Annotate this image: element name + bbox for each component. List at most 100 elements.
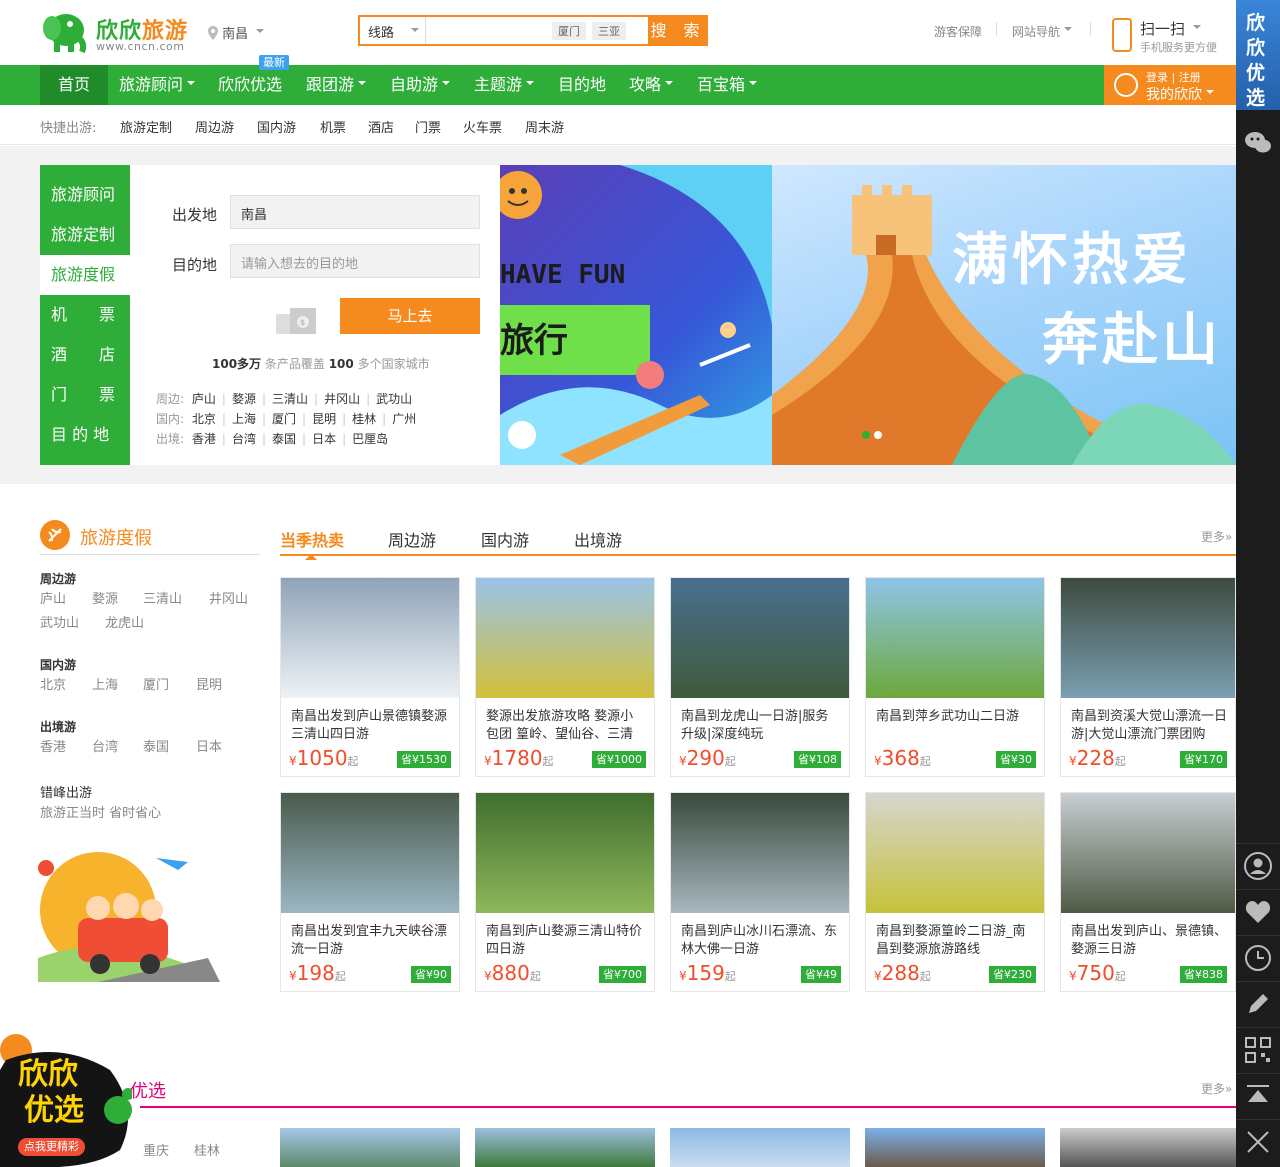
product-photo[interactable] [1061, 578, 1235, 698]
nav-home[interactable]: 首页 [40, 65, 109, 105]
to-field[interactable]: 请输入想去的目的地 [230, 244, 480, 278]
group-link[interactable]: 厦门 [143, 674, 169, 693]
dest-link[interactable]: 庐山 [192, 392, 216, 406]
product-card[interactable]: 南昌到庐山婺源三清山特价四日游 ¥880起 省¥700 [475, 792, 655, 992]
promo-button[interactable]: 点我更精彩 [18, 1138, 85, 1156]
more-link[interactable]: 更多» [1201, 1080, 1232, 1097]
group-link[interactable]: 龙虎山 [105, 612, 144, 631]
dest-link[interactable]: 井冈山 [324, 392, 360, 406]
product-card[interactable]: 南昌到婺源篁岭二日游_南昌到婺源旅游路线 ¥288起 省¥230 [865, 792, 1045, 992]
product-title[interactable]: 南昌到庐山婺源三清山特价四日游 [486, 923, 646, 959]
group-link[interactable]: 庐山 [40, 588, 66, 607]
side-item-custom[interactable]: 旅游定制 [40, 215, 130, 255]
dest-link[interactable]: 婺源 [232, 392, 256, 406]
product-card[interactable]: 南昌出发到庐山景德镇婺源三清山四日游 ¥1050起 省¥1530 [280, 577, 460, 777]
scan-label[interactable]: 扫一扫 [1140, 18, 1202, 39]
nav-theme-tour[interactable]: 主题游 [474, 65, 535, 105]
group-link[interactable]: 台湾 [92, 736, 118, 755]
group-link[interactable]: 婺源 [92, 588, 118, 607]
nav-group-tour[interactable]: 跟团游 [306, 65, 367, 105]
more-link[interactable]: 更多» [1201, 528, 1232, 545]
group-link[interactable]: 北京 [40, 674, 66, 693]
product-title[interactable]: 婺源出发旅游攻略 婺源小包团 篁岭、望仙谷、三清 [486, 708, 646, 744]
dest-link[interactable]: 巴厘岛 [352, 432, 388, 446]
product-photo[interactable] [281, 793, 459, 913]
product-photo[interactable] [1061, 793, 1235, 913]
dest-link[interactable]: 昆明 [312, 412, 336, 426]
tab-abroad[interactable]: 出境游 [574, 527, 622, 551]
close-button[interactable] [1236, 1119, 1280, 1165]
hot-tag-xiamen[interactable]: 厦门 [552, 22, 586, 40]
card-photo[interactable] [865, 1128, 1045, 1167]
product-photo[interactable] [671, 793, 849, 913]
product-title[interactable]: 南昌到萍乡武功山二日游 [876, 708, 1036, 744]
product-photo[interactable] [281, 578, 459, 698]
banner-have-fun[interactable]: HAVE FUN 旅行 [500, 165, 772, 465]
side-item-flight[interactable]: 机 票 [40, 295, 130, 335]
dest-link[interactable]: 泰国 [272, 432, 296, 446]
site-logo[interactable]: 欣欣旅游 www.cncn.com [40, 8, 190, 56]
group-link[interactable]: 日本 [196, 736, 222, 755]
search-type-select[interactable]: 线路 [360, 17, 426, 44]
qrcode-button[interactable] [1236, 1027, 1280, 1073]
back-to-top-button[interactable] [1236, 1073, 1280, 1119]
tab-nearby[interactable]: 周边游 [388, 527, 436, 551]
quick-item[interactable]: 国内游 [257, 117, 296, 136]
dest-link[interactable]: 武功山 [376, 392, 412, 406]
product-photo[interactable] [866, 793, 1044, 913]
group-link[interactable]: 泰国 [143, 736, 169, 755]
group-link[interactable]: 井冈山 [209, 588, 248, 607]
product-card[interactable]: 南昌出发到宜丰九天峡谷漂流一日游 ¥198起 省¥90 [280, 792, 460, 992]
card-photo[interactable] [670, 1128, 850, 1167]
feedback-button[interactable] [1236, 981, 1280, 1027]
side-item-ticket[interactable]: 门 票 [40, 375, 130, 415]
rbar-selected-banner[interactable]: 欣 欣 优 选 [1236, 0, 1280, 110]
dest-link[interactable]: 厦门 [272, 412, 296, 426]
group-link[interactable]: 上海 [92, 674, 118, 693]
register-link[interactable]: 注册 [1179, 71, 1201, 84]
dest-link[interactable]: 广州 [392, 412, 416, 426]
product-photo[interactable] [476, 578, 654, 698]
nav-self-guided[interactable]: 自助游 [390, 65, 451, 105]
banner-great-wall[interactable]: 满怀热爱 奔赴山 [772, 165, 1236, 465]
group-link[interactable]: 香港 [40, 736, 66, 755]
group-link[interactable]: 重庆 [143, 1140, 169, 1159]
dest-link[interactable]: 三清山 [272, 392, 308, 406]
product-card[interactable]: 南昌到萍乡武功山二日游 ¥368起 省¥30 [865, 577, 1045, 777]
group-link[interactable]: 昆明 [196, 674, 222, 693]
tourist-guarantee-link[interactable]: 游客保障 [934, 23, 982, 40]
dest-link[interactable]: 台湾 [232, 432, 256, 446]
dest-link[interactable]: 香港 [192, 432, 216, 446]
card-photo[interactable] [475, 1128, 655, 1167]
product-card[interactable]: 南昌出发到庐山、景德镇、婺源三日游 ¥750起 省¥838 [1060, 792, 1236, 992]
product-card[interactable]: 南昌到庐山冰川石漂流、东林大佛一日游 ¥159起 省¥49 [670, 792, 850, 992]
dest-link[interactable]: 北京 [192, 412, 216, 426]
product-card[interactable]: 南昌到资溪大觉山漂流一日游|大觉山漂流门票团购 ¥228起 省¥170 [1060, 577, 1236, 777]
my-account[interactable]: 我的欣欣 [1146, 84, 1214, 104]
group-link[interactable]: 桂林 [194, 1140, 220, 1159]
product-card[interactable]: 南昌到龙虎山一日游|服务升级|深度纯玩 ¥290起 省¥108 [670, 577, 850, 777]
side-item-advisor[interactable]: 旅游顾问 [40, 175, 130, 215]
card-photo[interactable] [280, 1128, 460, 1167]
product-title[interactable]: 南昌到龙虎山一日游|服务升级|深度纯玩 [681, 708, 841, 744]
quick-item[interactable]: 周边游 [195, 117, 234, 136]
history-button[interactable] [1236, 935, 1280, 981]
promo-float[interactable]: 欣欣 优选 点我更精彩 [0, 1030, 134, 1167]
side-item-vacation[interactable]: 旅游度假 [40, 255, 130, 295]
card-photo[interactable] [1060, 1128, 1236, 1167]
quick-item[interactable]: 酒店 [368, 117, 394, 136]
product-title[interactable]: 南昌到婺源篁岭二日游_南昌到婺源旅游路线 [876, 923, 1036, 959]
group-link[interactable]: 三清山 [143, 588, 182, 607]
product-card[interactable]: 婺源出发旅游攻略 婺源小包团 篁岭、望仙谷、三清 ¥1780起 省¥1000 [475, 577, 655, 777]
quick-item[interactable]: 火车票 [463, 117, 502, 136]
favorites-button[interactable] [1236, 889, 1280, 935]
quick-item[interactable]: 旅游定制 [120, 117, 172, 136]
dest-link[interactable]: 桂林 [352, 412, 376, 426]
hot-tag-sanya[interactable]: 三亚 [592, 22, 626, 40]
from-field[interactable]: 南昌 [230, 195, 480, 229]
nav-guide[interactable]: 攻略 [629, 65, 674, 105]
login-link[interactable]: 登录 [1146, 71, 1168, 84]
nav-toolbox[interactable]: 百宝箱 [697, 65, 758, 105]
product-photo[interactable] [866, 578, 1044, 698]
location-selector[interactable]: 南昌 [208, 23, 265, 42]
